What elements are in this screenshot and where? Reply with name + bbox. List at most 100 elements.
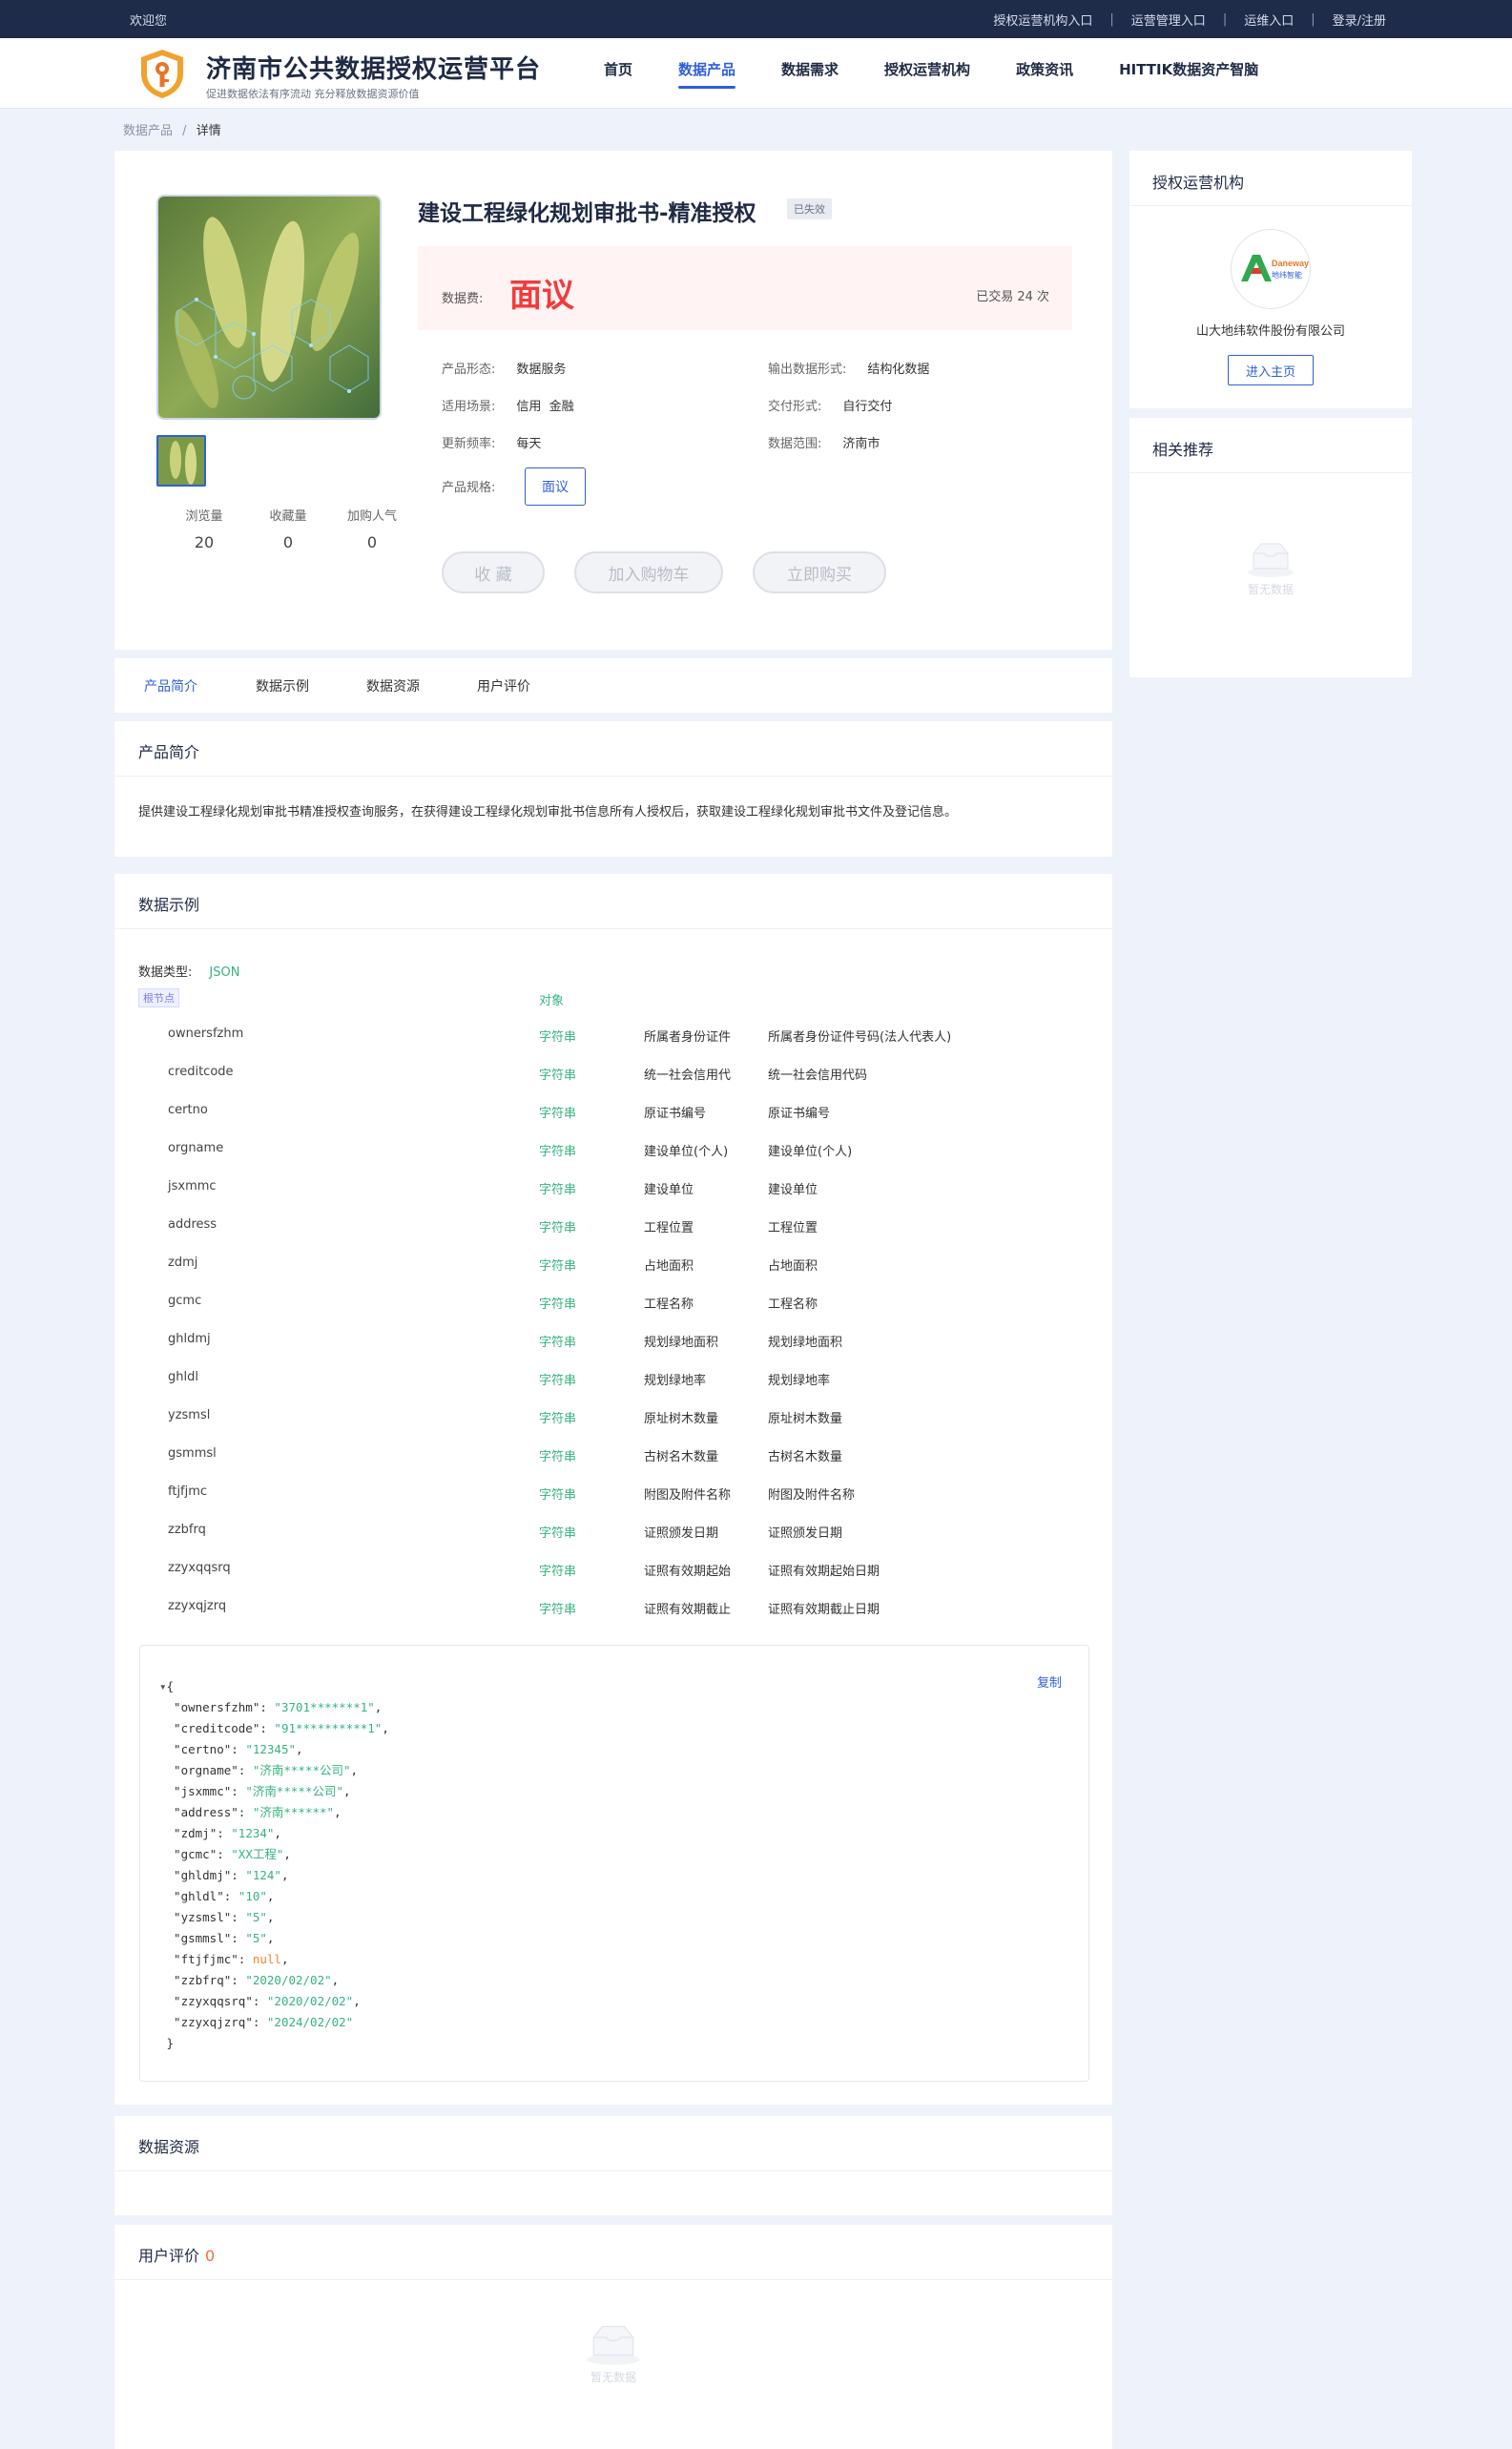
data-type-label: 数据类型: bbox=[138, 965, 193, 980]
json-key: certno bbox=[180, 1742, 224, 1756]
json-value: "2020/02/02" bbox=[245, 1973, 332, 1987]
operator-card-title: 授权运营机构 bbox=[1129, 151, 1412, 206]
field-type: 字符串 bbox=[539, 1450, 577, 1464]
attr-scene: 适用场景: 信用 金融 bbox=[442, 396, 574, 414]
tab-intro[interactable]: 产品简介 bbox=[144, 676, 197, 695]
reviews-section: 用户评价 0 暂无数据 bbox=[114, 2225, 1112, 2449]
field-desc: 证照颁发日期 bbox=[768, 1526, 843, 1541]
field-name: 工程名称 bbox=[644, 1297, 694, 1312]
field-row: zzbfrq 字符串 证照颁发日期 证照颁发日期 bbox=[114, 1511, 1112, 1549]
add-to-cart-button[interactable]: 加入购物车 bbox=[574, 551, 723, 593]
field-desc: 证照有效期起始日期 bbox=[768, 1565, 880, 1579]
nav-hittik[interactable]: HITTIK数据资产智脑 bbox=[1119, 59, 1258, 89]
json-value: "91**********1" bbox=[274, 1721, 383, 1735]
platform-title: 济南市公共数据授权运营平台 bbox=[206, 55, 542, 84]
stat-value: 0 bbox=[366, 533, 378, 551]
field-key: jsxmmc bbox=[168, 1179, 217, 1193]
stat-label: 浏览量 bbox=[185, 509, 223, 524]
review-count: 0 bbox=[205, 2247, 216, 2265]
json-open-brace: ▾{ bbox=[159, 1679, 175, 1693]
field-name: 原证书编号 bbox=[644, 1107, 707, 1121]
field-desc: 统一社会信用代码 bbox=[768, 1069, 868, 1083]
field-key: ghldmj bbox=[168, 1332, 211, 1346]
attr-value: 结构化数据 bbox=[867, 363, 930, 377]
field-desc: 附图及附件名称 bbox=[768, 1488, 856, 1503]
nav-data-products[interactable]: 数据产品 bbox=[678, 59, 736, 89]
stat-label: 收藏量 bbox=[269, 509, 307, 524]
json-value: "124" bbox=[245, 1868, 281, 1882]
copy-button[interactable]: 复制 bbox=[1037, 1672, 1062, 1691]
field-name: 规划绿地率 bbox=[644, 1374, 707, 1388]
platform-slogan: 促进数据依法有序流动 充分释放数据资源价值 bbox=[206, 88, 420, 100]
field-key: orgname bbox=[168, 1141, 224, 1155]
attr-output-form: 输出数据形式: 结构化数据 bbox=[768, 359, 929, 377]
breadcrumb-parent[interactable]: 数据产品 bbox=[123, 124, 173, 138]
json-line: "ftjfjmc": null, bbox=[159, 1952, 289, 1966]
login-register-link[interactable]: 登录/注册 bbox=[1333, 10, 1386, 29]
json-line: "zzyxqjzrq": "2024/02/02" bbox=[159, 2015, 354, 2029]
buy-now-button[interactable]: 立即购买 bbox=[753, 551, 886, 593]
field-name: 所属者身份证件 bbox=[644, 1030, 732, 1045]
platform-logo-icon[interactable] bbox=[135, 47, 189, 100]
field-desc: 建设单位(个人) bbox=[768, 1145, 853, 1159]
spec-option-button[interactable]: 面议 bbox=[525, 467, 586, 506]
attr-data-range: 数据范围: 济南市 bbox=[768, 433, 880, 451]
top-links: 授权运营机构入口 | 运营管理入口 | 运维入口 | 登录/注册 bbox=[993, 10, 1386, 29]
transaction-count: 已交易 24 次 bbox=[976, 290, 1049, 304]
tab-resources[interactable]: 数据资源 bbox=[366, 676, 420, 695]
top-bar: 欢迎您 授权运营机构入口 | 运营管理入口 | 运维入口 | 登录/注册 bbox=[0, 0, 1512, 38]
empty-state: 暂无数据 bbox=[114, 2322, 1112, 2385]
product-stats: 浏览量 20 收藏量 0 加购人气 0 bbox=[162, 506, 414, 551]
section-title: 产品简介 bbox=[114, 721, 1112, 777]
operator-name: 山大地纬软件股份有限公司 bbox=[1195, 324, 1345, 339]
product-thumbnail[interactable] bbox=[156, 435, 206, 487]
collapse-caret-icon[interactable]: ▾ bbox=[159, 1679, 167, 1693]
field-desc: 证照有效期截止日期 bbox=[768, 1603, 880, 1617]
field-row: certno 字符串 原证书编号 原证书编号 bbox=[114, 1091, 1112, 1130]
json-line: "zzyxqqsrq": "2020/02/02", bbox=[159, 1994, 361, 2008]
json-line: "yzsmsl": "5", bbox=[159, 1910, 275, 1924]
attr-key: 输出数据形式: bbox=[768, 363, 847, 377]
main-nav: 首页 数据产品 数据需求 授权运营机构 政策资讯 HITTIK数据资产智脑 bbox=[604, 59, 1304, 89]
field-desc: 原证书编号 bbox=[768, 1107, 831, 1121]
attr-key: 适用场景: bbox=[442, 400, 496, 414]
tab-reviews[interactable]: 用户评价 bbox=[477, 676, 530, 695]
tab-sample[interactable]: 数据示例 bbox=[256, 676, 309, 695]
json-value: "济南*****公司" bbox=[245, 1784, 343, 1798]
empty-box-icon bbox=[1248, 543, 1294, 577]
attr-key: 产品规格: bbox=[442, 481, 496, 495]
attr-key: 更新频率: bbox=[442, 437, 496, 451]
json-key: ghldmj bbox=[180, 1868, 224, 1882]
stat-value: 0 bbox=[282, 533, 294, 551]
field-row: address 字符串 工程位置 工程位置 bbox=[114, 1206, 1112, 1244]
intro-text: 提供建设工程绿化规划审批书精准授权查询服务，在获得建设工程绿化规划审批书信息所有… bbox=[138, 805, 958, 820]
nav-home[interactable]: 首页 bbox=[604, 59, 632, 89]
nav-operators[interactable]: 授权运营机构 bbox=[884, 59, 970, 89]
json-value: "XX工程" bbox=[231, 1847, 284, 1861]
field-desc: 占地面积 bbox=[768, 1259, 818, 1274]
product-card: 浏览量 20 收藏量 0 加购人气 0 建设工程绿化规划审批书-精准授权 已失效 数据… bbox=[114, 151, 1112, 650]
ops-management-link[interactable]: 运营管理入口 bbox=[1131, 10, 1206, 29]
field-key: address bbox=[168, 1217, 217, 1232]
operator-entry-link[interactable]: 授权运营机构入口 bbox=[993, 10, 1092, 29]
stat-value: 20 bbox=[194, 533, 215, 551]
attr-key: 数据范围: bbox=[768, 437, 822, 451]
field-key: certno bbox=[168, 1103, 208, 1117]
field-type: 字符串 bbox=[539, 1565, 577, 1579]
favorite-button[interactable]: 收 藏 bbox=[442, 551, 545, 593]
nav-policy-news[interactable]: 政策资讯 bbox=[1016, 59, 1073, 89]
field-key: gsmmsl bbox=[168, 1446, 217, 1461]
json-key: zzyxqqsrq bbox=[180, 1994, 246, 2008]
json-key: jsxmmc bbox=[180, 1784, 224, 1798]
empty-text: 暂无数据 bbox=[590, 2371, 636, 2384]
json-value: "济南*****公司" bbox=[252, 1763, 351, 1777]
stat-label: 加购人气 bbox=[346, 509, 397, 524]
nav-data-demand[interactable]: 数据需求 bbox=[781, 59, 839, 89]
operator-home-button[interactable]: 进入主页 bbox=[1228, 355, 1314, 385]
json-line: "address": "济南******", bbox=[159, 1805, 342, 1819]
divider: | bbox=[1109, 12, 1114, 27]
field-key: gcmc bbox=[168, 1294, 202, 1308]
maintenance-link[interactable]: 运维入口 bbox=[1244, 10, 1294, 29]
field-key: ftjfjmc bbox=[168, 1484, 208, 1499]
attr-value: 数据服务 bbox=[516, 363, 567, 377]
